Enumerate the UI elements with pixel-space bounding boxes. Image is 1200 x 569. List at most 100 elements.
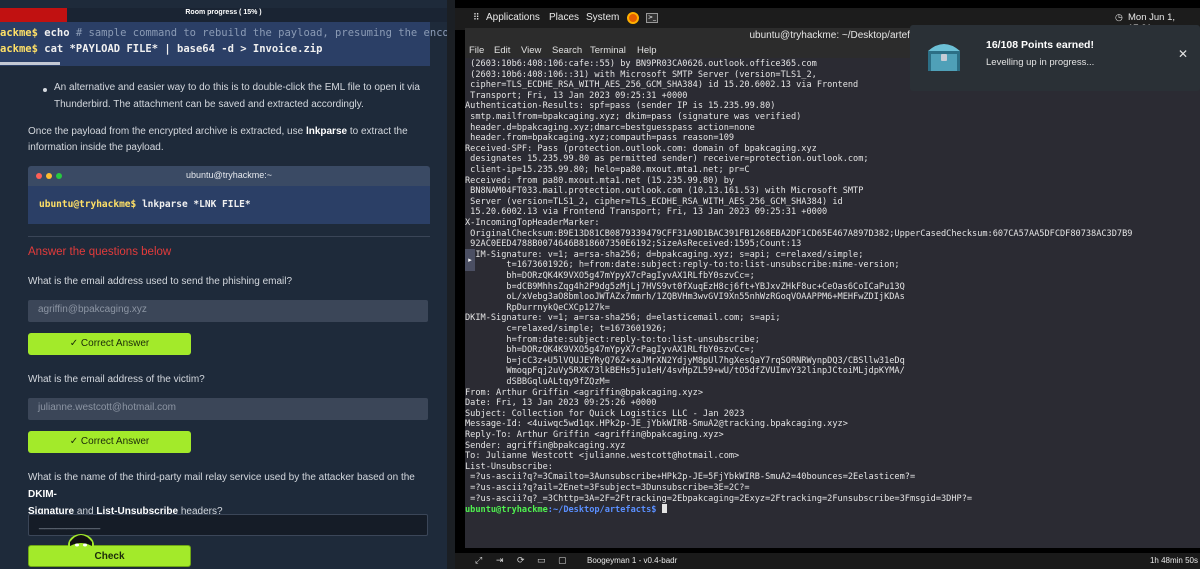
terminal-line: Date: Fri, 13 Jan 2023 09:25:26 +0000 [465,398,657,409]
terminal-line: DKIM-Signature: v=1; a=rsa-sha256; d=ela… [465,313,781,324]
terminal-launcher-icon[interactable]: >_ [646,13,658,23]
code-block: ackme$ echo # sample command to rebuild … [0,22,447,66]
room-content-pane: Room progress ( 15% ) ackme$ echo # samp… [0,0,447,569]
menu-edit[interactable]: Edit [494,45,510,56]
question-3-text-part: What is the name of the third-party mail… [28,472,415,483]
section-divider [28,236,430,237]
notification-title: 16/108 Points earned! [986,39,1094,51]
places-menu[interactable]: Places [549,12,579,23]
question-1-correct-button[interactable]: ✓ Correct Answer [28,333,191,355]
code-line-2: ackme$ cat *PAYLOAD FILE* | base64 -d > … [0,43,322,55]
question-2-correct-button[interactable]: ✓ Correct Answer [28,431,191,453]
side-panel-toggle-icon[interactable]: ▸ [465,249,475,271]
terminal-line: To: Julianne Westcott <julianne.westcott… [465,451,740,462]
terminal-line: =?us-ascii?q?_=3Chttp=3A=2F=2Ftracking=2… [465,493,973,504]
refresh-icon[interactable]: ⟳ [517,556,525,566]
system-menu[interactable]: System [586,12,619,23]
terminal-line: Received-SPF: Pass (protection.outlook.c… [465,143,817,154]
terminal-line: Received: from pa80.mxout.mta1.net (15.2… [465,175,735,186]
dkim-keyword: DKIM- [28,489,57,500]
prompt-user: ubuntu@tryhackme [465,505,548,516]
paragraph-line-1: Once the payload from the encrypted arch… [28,123,408,140]
resize-icon[interactable]: ⤢ [475,556,482,566]
question-3-check-button[interactable]: Check [28,545,191,567]
lnkparse-keyword: lnkparse [305,126,348,137]
menu-terminal[interactable]: Terminal [590,45,626,56]
terminal-line: oL/xVebg3aO8bmlooJWTAZx7mmrh/1ZQBVHm3wvG… [465,292,905,303]
menu-file[interactable]: File [469,45,484,56]
terminal-line: cipher=TLS_ECDHE_RSA_WITH_AES_256_GCM_SH… [465,80,859,91]
prompt-path: :~/Desktop/artefacts$ [547,505,657,516]
taskbar-task[interactable]: Boogeyman 1 - v0.4-badr [587,556,677,565]
correct-button-label: Correct Answer [80,338,150,349]
terminal-line: Authentication-Results: spf=pass (sender… [465,101,776,112]
terminal-snippet-prompt: ubuntu@tryhackme$ [39,199,137,210]
arrow-icon[interactable]: ⇥ [496,556,504,566]
paragraph-text: to extract the [347,126,408,137]
session-timer: 1h 48min 50s [1149,556,1198,565]
firefox-icon[interactable] [627,12,639,24]
question-2-text: What is the email address of the victim? [28,374,205,385]
treasure-chest-icon [928,44,960,71]
terminal-line: Message-Id: <4uiwqc5wd1qx.HPk2p-JE_jYbkW… [465,419,848,430]
answer-section-title: Answer the questions below [28,246,172,258]
applications-menu[interactable]: Applications [486,12,540,23]
code-command: cat *PAYLOAD FILE* | base64 -d > Invoice… [37,43,323,55]
desktop-pane: ⠿ Applications Places System >_ ◷ Mon Ju… [455,0,1200,569]
terminal-cursor [661,504,667,514]
terminal-line: List-Unsubscribe: [465,461,553,472]
terminal-line: Subject: Collection for Quick Logistics … [465,408,745,419]
notification-subtitle: Levelling up in progress... [986,57,1095,68]
terminal-line: X-IncomingTopHeaderMarker: [465,218,600,228]
code-prompt: ackme$ [0,27,38,39]
terminal-line: bh=DORzQK4K9VXO5g47mYpyX7cPagIyvAX1RLfbY… [465,345,755,356]
terminal-snippet-command: lnkparse *LNK FILE* [136,199,251,210]
terminal-line: (2603:10b6:408:106::31) with Microsoft S… [465,69,817,80]
terminal-line: Reply-To: Arthur Griffin <agriffin@bpakc… [465,430,724,440]
terminal-line: Server (version=TLS1_2, cipher=TLS_ECDHE… [465,196,843,207]
code-command: echo [37,27,70,39]
question-3-text: What is the name of the third-party mail… [28,469,433,520]
apps-grid-icon[interactable]: ⠿ [473,12,480,23]
terminal-line: designates 15.235.99.80 as permitted sen… [465,154,869,165]
terminal-snippet-line: ubuntu@tryhackme$ lnkparse *LNK FILE* [39,199,251,210]
paragraph-text: Once the payload from the encrypted arch… [28,126,306,137]
terminal-line: smtp.mailfrom=bpakcaging.xyz; dkim=pass … [465,112,802,122]
question-1-text: What is the email address used to send t… [28,276,293,287]
terminal-line: header.from=bpakcaging.xyz;compauth=pass… [465,133,735,144]
bullet-text-line-2: Thunderbird. The attachment can be saved… [54,99,364,110]
terminal-line: Transport; Fri, 13 Jan 2023 09:25:31 +00… [465,90,688,101]
clipboard-icon[interactable]: ▭ [537,556,546,566]
terminal-line: =?us-ascii?q?=3Cmailto=3Aunsubscribe+HPk… [465,472,916,483]
terminal-line: bh=DORzQK4K9VXO5g47mYpyX7cPagIyvAX1RLfbY… [465,271,755,281]
correct-button-label: Correct Answer [80,436,150,447]
terminal-line: =?us-ascii?q?ail=2Enet=3Fsubject=3Dunsub… [465,483,750,493]
terminal-line: b=jcC3z+U5lVQUJEYRyQ76Z+xaJMrXN2YdjyM8pU… [465,355,905,366]
bottom-taskbar: ⤢ ⇥ ⟳ ▭ ▢ Boogeyman 1 - v0.4-badr 1h 48m… [455,553,1200,569]
menu-help[interactable]: Help [637,45,657,56]
paragraph-line-2: information inside the payload. [28,142,164,153]
terminal-line: b=dCB9MhhsZqg4h2P9dg5zMjLj7HVS9vt0fXuqEz… [465,281,905,292]
code-comment: # sample command to rebuild the payload,… [69,27,447,39]
question-2-answer-value: julianne.westcott@hotmail.com [38,402,176,413]
question-1-answer-field: agriffin@bpakcaging.xyz [28,300,428,322]
terminal-line: RpDurrnykQeCXCp127k= [465,302,610,313]
terminal-line: h=from:date:subject:reply-to:to:list-uns… [465,334,760,345]
terminal-prompt-line[interactable]: ubuntu@tryhackme:~/Desktop/artefacts$ [465,504,667,516]
terminal-line: Sender: agriffin@bpakcaging.xyz [465,440,626,451]
terminal-line: From: Arthur Griffin <agriffin@bpakcagin… [465,387,703,398]
close-icon[interactable]: ✕ [1178,47,1188,61]
menu-search[interactable]: Search [552,45,582,56]
terminal-snippet-header: ubuntu@tryhackme:~ [28,166,430,186]
menu-view[interactable]: View [521,45,541,56]
terminal-line: t=1673601926; h=from:date:subject:reply-… [465,260,900,271]
code-line-1: ackme$ echo # sample command to rebuild … [0,27,447,39]
terminal-snippet-body: ubuntu@tryhackme$ lnkparse *LNK FILE* [28,186,430,224]
screen-icon[interactable]: ▢ [558,556,567,566]
room-progress-bar: Room progress ( 15% ) [0,8,447,22]
code-scrollbar[interactable] [0,62,60,65]
check-icon: ✓ [69,338,79,349]
code-prompt: ackme$ [0,43,38,55]
terminal-output[interactable]: (2603:10b6:408:106:cafe::55) by BN9PR03C… [465,58,1200,548]
terminal-line: client-ip=15.235.99.80; helo=pa80.mxout.… [465,165,750,175]
